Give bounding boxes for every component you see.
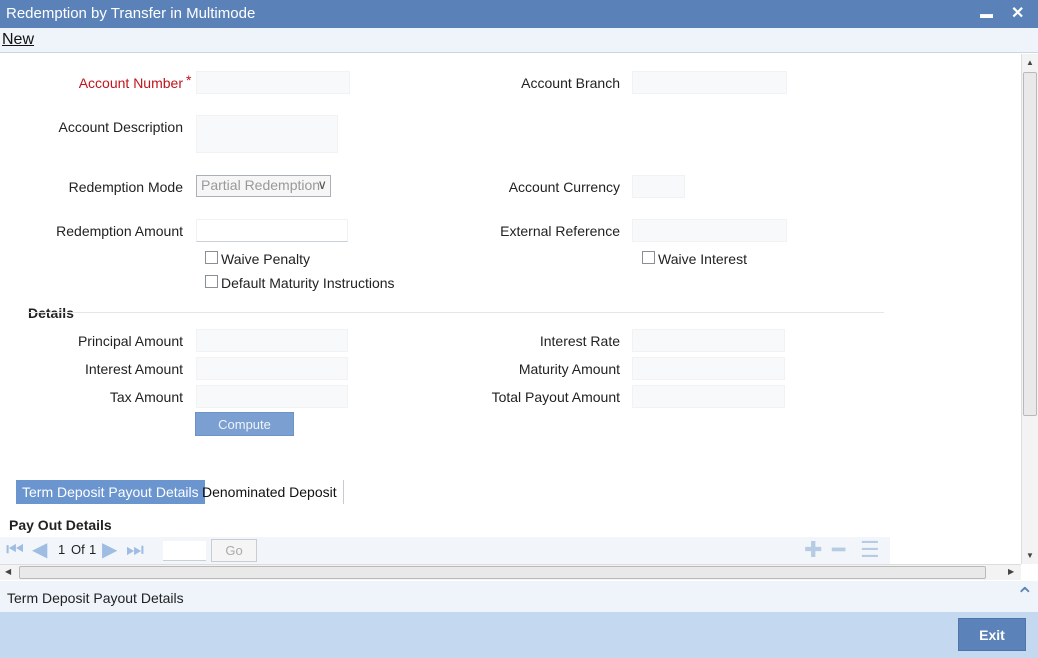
total-payout-amount-label: Total Payout Amount [491, 389, 620, 405]
redemption-mode-select[interactable]: Partial Redemption ∨ [196, 175, 331, 197]
principal-amount-label: Principal Amount [77, 333, 183, 349]
account-number-input[interactable] [196, 71, 350, 94]
account-number-label: Account Number [78, 75, 183, 91]
interest-amount-label: Interest Amount [84, 361, 183, 377]
details-section-title: Details [28, 305, 74, 321]
account-description-input[interactable] [196, 115, 338, 153]
horizontal-scroll-thumb[interactable] [19, 566, 986, 579]
footer-status-bar: Term Deposit Payout Details ⌃ [0, 581, 1038, 612]
payout-section-title: Pay Out Details [9, 517, 112, 533]
external-reference-input[interactable] [632, 219, 787, 242]
vertical-scroll-thumb[interactable] [1023, 72, 1037, 416]
required-marker: * [186, 72, 192, 88]
default-maturity-label: Default Maturity Instructions [221, 275, 395, 291]
minimize-icon[interactable]: ▬ [980, 6, 993, 21]
page-current: 1 [58, 542, 66, 557]
redemption-amount-input[interactable] [196, 219, 348, 242]
window-titlebar: Redemption by Transfer in Multimode ▬ ✕ [0, 0, 1038, 28]
scroll-right-icon[interactable]: ▶ [1008, 567, 1014, 576]
chevron-up-icon[interactable]: ⌃ [1016, 583, 1034, 609]
payout-pager: ⏮ ◀ 1 Of 1 ▶ ⏭ Go ✚ ━ ☰ [0, 537, 890, 564]
horizontal-scrollbar[interactable]: ◀ ▶ [0, 564, 1021, 580]
total-payout-amount-field [632, 385, 785, 408]
page-number-input[interactable] [163, 541, 206, 561]
scroll-down-icon[interactable]: ▼ [1026, 551, 1034, 560]
chevron-down-icon: ∨ [317, 177, 327, 192]
vertical-scrollbar[interactable]: ▲ ▼ [1021, 54, 1038, 564]
waive-interest-checkbox[interactable] [642, 251, 655, 264]
tab-term-deposit-payout-details[interactable]: Term Deposit Payout Details [16, 480, 205, 504]
waive-penalty-label: Waive Penalty [221, 251, 310, 267]
single-view-icon[interactable]: ☰ [860, 537, 880, 563]
exit-button[interactable]: Exit [958, 618, 1026, 651]
page-total: 1 [89, 542, 97, 557]
tax-amount-label: Tax Amount [109, 389, 183, 405]
tab-denominated-deposit[interactable]: Denominated Deposit [196, 480, 344, 504]
go-button[interactable]: Go [211, 539, 257, 562]
external-reference-label: External Reference [500, 223, 620, 239]
window-title: Redemption by Transfer in Multimode [6, 5, 256, 22]
tax-amount-field [196, 385, 348, 408]
delete-row-icon[interactable]: ━ [832, 537, 845, 563]
waive-interest-label: Waive Interest [658, 251, 747, 267]
interest-rate-field [632, 329, 785, 352]
account-currency-label: Account Currency [508, 179, 620, 195]
compute-button[interactable]: Compute [195, 412, 294, 436]
interest-amount-field [196, 357, 348, 380]
account-branch-input[interactable] [632, 71, 787, 94]
first-page-icon[interactable]: ⏮ [6, 539, 24, 561]
interest-rate-label: Interest Rate [539, 333, 620, 349]
last-page-icon[interactable]: ⏭ [126, 539, 144, 561]
close-icon[interactable]: ✕ [1011, 3, 1024, 23]
account-branch-label: Account Branch [521, 75, 620, 91]
redemption-mode-label: Redemption Mode [68, 179, 183, 195]
add-row-icon[interactable]: ✚ [804, 537, 822, 563]
scroll-up-icon[interactable]: ▲ [1026, 58, 1034, 67]
redemption-amount-label: Redemption Amount [56, 223, 183, 239]
previous-page-icon[interactable]: ◀ [32, 539, 47, 561]
maturity-amount-label: Maturity Amount [518, 361, 620, 377]
next-page-icon[interactable]: ▶ [102, 539, 117, 561]
footer-status-text: Term Deposit Payout Details [7, 590, 184, 606]
form-content: Account Number * Account Branch Account … [0, 54, 1021, 564]
principal-amount-field [196, 329, 348, 352]
menu-bar: New [0, 28, 1038, 53]
account-currency-input[interactable] [632, 175, 685, 198]
default-maturity-checkbox[interactable] [205, 275, 218, 288]
maturity-amount-field [632, 357, 785, 380]
account-description-label: Account Description [58, 119, 183, 135]
details-divider [28, 312, 884, 313]
redemption-mode-value: Partial Redemption [201, 177, 321, 193]
scroll-left-icon[interactable]: ◀ [5, 567, 11, 576]
waive-penalty-checkbox[interactable] [205, 251, 218, 264]
page-of-label: Of [71, 542, 85, 557]
footer-button-bar: Exit [0, 612, 1038, 658]
new-button[interactable]: New [2, 31, 34, 49]
